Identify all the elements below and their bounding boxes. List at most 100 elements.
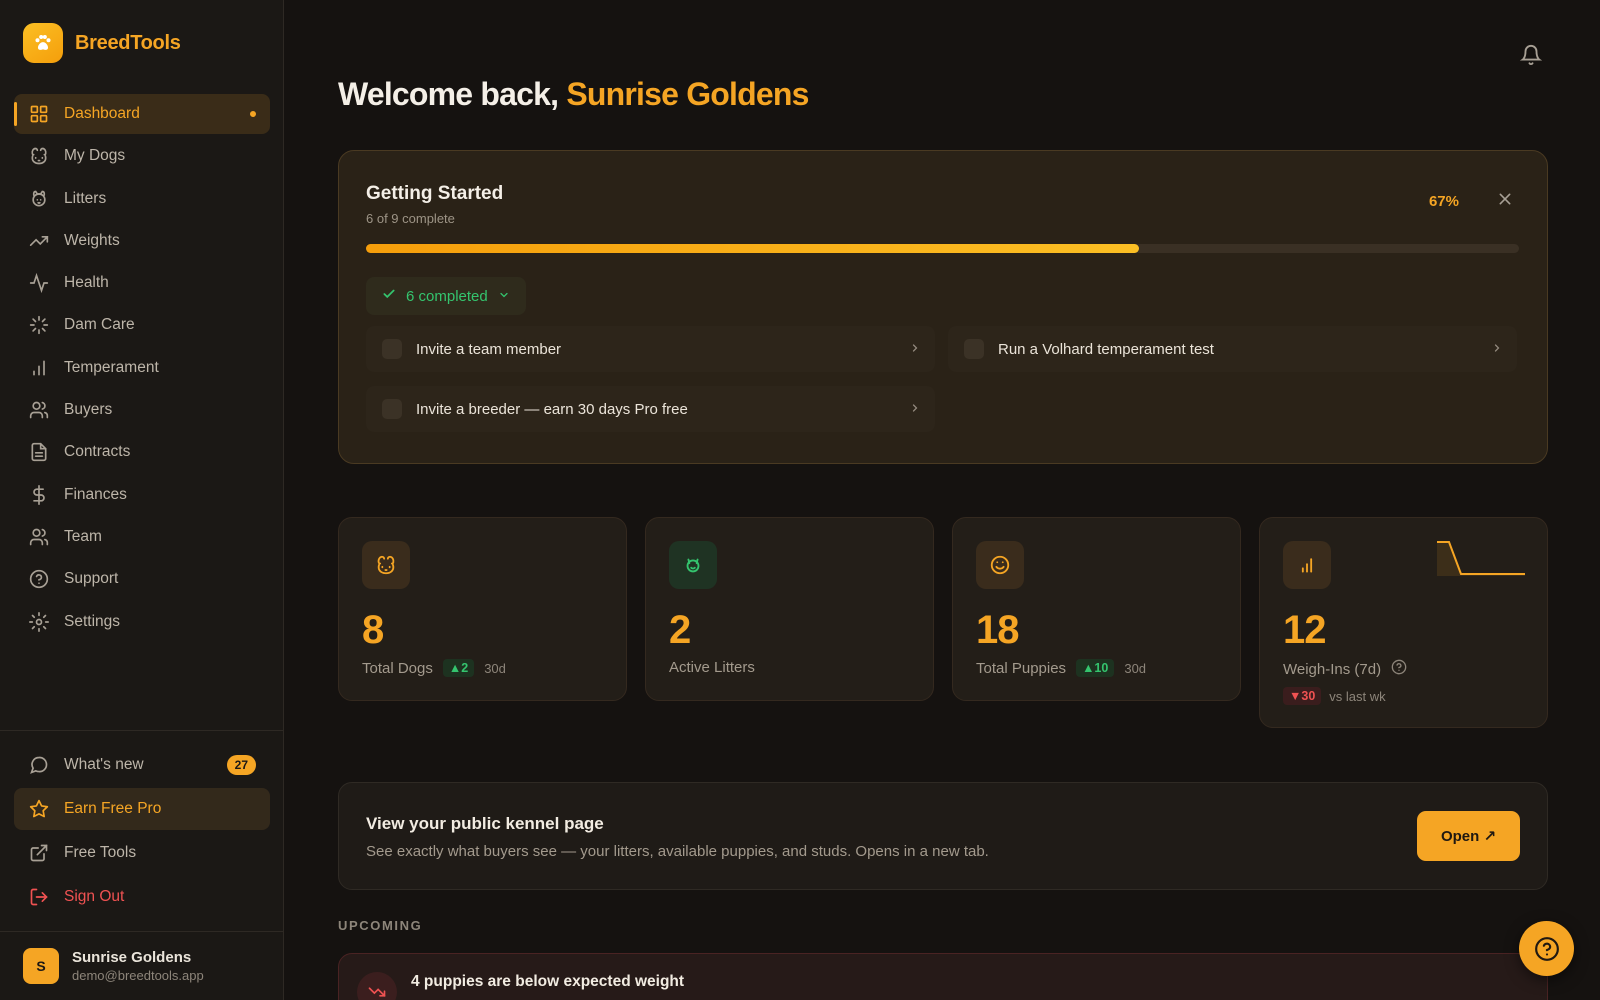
sidebar-item-label: Settings bbox=[64, 612, 121, 630]
stat-label-row: Total Dogs ▲2 30d bbox=[362, 659, 506, 677]
stat-card-total-dogs[interactable]: 8 Total Dogs ▲2 30d bbox=[338, 517, 627, 701]
alert-title: 4 puppies are below expected weight bbox=[411, 973, 685, 990]
delta-badge: ▼30 bbox=[1283, 687, 1322, 705]
puppy-face-icon bbox=[669, 541, 717, 589]
task-checkbox[interactable] bbox=[382, 399, 402, 419]
sidebar-item-label: Sign Out bbox=[64, 888, 125, 905]
stat-value: 8 bbox=[362, 608, 384, 652]
sidebar-item-label: Earn Free Pro bbox=[64, 800, 162, 817]
delta-badge: ▲2 bbox=[442, 659, 475, 677]
sidebar-item-sign-out[interactable]: Sign Out bbox=[14, 876, 270, 918]
welcome-prefix: Welcome back, bbox=[338, 76, 567, 112]
task-temperament-test[interactable]: Run a Volhard temperament test bbox=[948, 326, 1517, 372]
sidebar-item-label: Temperament bbox=[64, 358, 159, 376]
sidebar-item-contracts[interactable]: Contracts bbox=[14, 432, 270, 472]
avatar: S bbox=[23, 948, 59, 984]
stat-label: Total Dogs bbox=[362, 659, 433, 677]
sidebar-item-label: Health bbox=[64, 274, 109, 292]
progress-percent: 67% bbox=[1428, 193, 1459, 210]
sidebar-item-label: Free Tools bbox=[64, 844, 137, 861]
task-checkbox[interactable] bbox=[964, 339, 984, 359]
stat-value: 18 bbox=[976, 608, 1019, 652]
progress-bar-fill bbox=[366, 244, 1139, 253]
delta-period: 30d bbox=[484, 660, 506, 676]
trending-down-icon bbox=[357, 972, 397, 1000]
close-icon[interactable] bbox=[1497, 191, 1513, 212]
stat-card-weigh-ins[interactable]: 12 Weigh-Ins (7d) ▼30 vs last wk bbox=[1259, 517, 1548, 728]
weigh-ins-sparkline bbox=[1437, 541, 1525, 576]
sidebar-item-label: My Dogs bbox=[64, 147, 126, 165]
sidebar-item-label: Buyers bbox=[64, 401, 113, 419]
kennel-card-description: See exactly what buyers see — your litte… bbox=[366, 843, 989, 860]
task-invite-breeder[interactable]: Invite a breeder — earn 30 days Pro free bbox=[366, 386, 935, 432]
stat-label: Active Litters bbox=[669, 659, 755, 676]
stat-delta-row: ▼30 vs last wk bbox=[1283, 687, 1386, 705]
chevron-right-icon bbox=[909, 341, 921, 358]
help-circle-icon bbox=[1534, 936, 1559, 961]
user-profile[interactable]: S Sunrise Goldens demo@breedtools.app bbox=[0, 931, 284, 1000]
sidebar-item-finances[interactable]: Finances bbox=[14, 475, 270, 515]
chevron-right-icon bbox=[909, 401, 921, 418]
sidebar-item-label: Weights bbox=[64, 231, 120, 249]
check-icon bbox=[382, 287, 396, 305]
kennel-name: Sunrise Goldens bbox=[566, 76, 809, 112]
brand-name: BreedTools bbox=[75, 31, 181, 54]
sidebar-item-label: What's new bbox=[64, 756, 144, 773]
sidebar-item-free-tools[interactable]: Free Tools bbox=[14, 832, 270, 874]
settings-icon bbox=[28, 611, 50, 633]
bar-chart-icon bbox=[28, 357, 50, 379]
grid-icon bbox=[28, 103, 50, 125]
sidebar-item-label: Finances bbox=[64, 485, 127, 503]
stat-value: 2 bbox=[669, 608, 691, 652]
bell-icon[interactable] bbox=[1519, 44, 1543, 71]
sidebar-item-team[interactable]: Team bbox=[14, 517, 270, 557]
main-nav: Dashboard My Dogs Litters Weights Health… bbox=[14, 94, 270, 644]
sidebar-item-temperament[interactable]: Temperament bbox=[14, 348, 270, 388]
bar-chart-icon bbox=[1283, 541, 1331, 589]
stat-card-active-litters[interactable]: 2 Active Litters bbox=[645, 517, 934, 701]
sidebar-item-dashboard[interactable]: Dashboard bbox=[14, 94, 270, 134]
sidebar-item-buyers[interactable]: Buyers bbox=[14, 390, 270, 430]
kennel-card-title: View your public kennel page bbox=[366, 814, 604, 833]
underweight-alert-card[interactable]: 4 puppies are below expected weight bbox=[338, 953, 1548, 1000]
stat-card-total-puppies[interactable]: 18 Total Puppies ▲10 30d bbox=[952, 517, 1241, 701]
sidebar-item-support[interactable]: Support bbox=[14, 559, 270, 599]
help-circle-icon bbox=[28, 568, 50, 590]
delta-period: vs last wk bbox=[1329, 688, 1386, 704]
brand[interactable]: BreedTools bbox=[23, 23, 181, 63]
sidebar-item-whats-new[interactable]: What's new 27 bbox=[14, 744, 270, 786]
logout-icon bbox=[28, 886, 50, 908]
stat-label: Weigh-Ins (7d) bbox=[1283, 660, 1382, 678]
sidebar-item-earn-free-pro[interactable]: Earn Free Pro bbox=[14, 788, 270, 830]
progress-bar bbox=[366, 244, 1519, 253]
sidebar-item-my-dogs[interactable]: My Dogs bbox=[14, 136, 270, 176]
task-invite-team-member[interactable]: Invite a team member bbox=[366, 326, 935, 372]
dog-face-icon bbox=[362, 541, 410, 589]
upcoming-heading: UPCOMING bbox=[338, 918, 423, 933]
dog-icon bbox=[28, 145, 50, 167]
task-label: Invite a breeder — earn 30 days Pro free bbox=[416, 400, 688, 418]
completed-label: 6 completed bbox=[406, 287, 488, 305]
public-kennel-card: View your public kennel page See exactly… bbox=[338, 782, 1548, 890]
sparkle-icon bbox=[28, 314, 50, 336]
sidebar-item-label: Litters bbox=[64, 189, 107, 207]
smile-icon bbox=[976, 541, 1024, 589]
sidebar-item-dam-care[interactable]: Dam Care bbox=[14, 305, 270, 345]
delta-period: 30d bbox=[1124, 660, 1147, 676]
task-checkbox[interactable] bbox=[382, 339, 402, 359]
open-kennel-button[interactable]: Open ↗ bbox=[1417, 811, 1520, 861]
completed-toggle[interactable]: 6 completed bbox=[366, 277, 526, 315]
sidebar-item-label: Team bbox=[64, 527, 102, 545]
getting-started-title: Getting Started bbox=[366, 183, 504, 204]
help-fab-button[interactable] bbox=[1519, 921, 1574, 976]
info-icon[interactable] bbox=[1391, 659, 1407, 679]
sidebar-item-settings[interactable]: Settings bbox=[14, 602, 270, 642]
activity-icon bbox=[28, 272, 50, 294]
stat-label-row: Active Litters bbox=[669, 659, 755, 676]
sidebar-item-weights[interactable]: Weights bbox=[14, 221, 270, 261]
sidebar-item-health[interactable]: Health bbox=[14, 263, 270, 303]
stat-label-row: Total Puppies ▲10 30d bbox=[976, 659, 1146, 677]
stat-value: 12 bbox=[1283, 608, 1326, 652]
delta-badge: ▲10 bbox=[1076, 659, 1115, 677]
sidebar-item-litters[interactable]: Litters bbox=[14, 179, 270, 219]
